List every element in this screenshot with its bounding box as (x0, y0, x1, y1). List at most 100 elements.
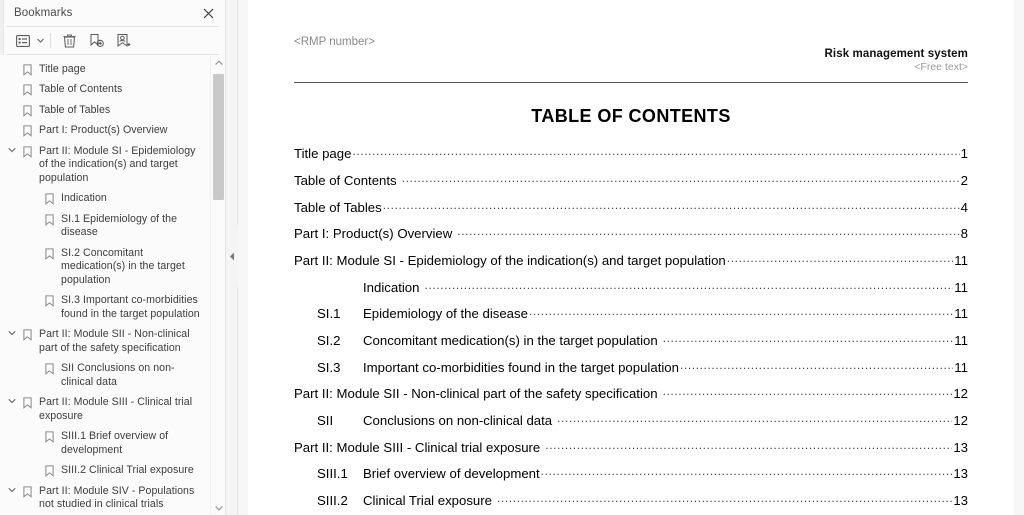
bookmark-icon (19, 104, 35, 117)
toc-page-number: 12 (953, 413, 968, 429)
toc-entry[interactable]: Table of Contents 2 (294, 172, 968, 188)
toc-leader-dots (557, 412, 952, 425)
bookmark-icon (41, 213, 57, 226)
toc-entry[interactable]: SIII.1 Brief overview of development 13 (294, 465, 968, 481)
list-view-icon[interactable] (11, 30, 35, 52)
toc-entry[interactable]: SI.1 Epidemiology of the disease 11 (294, 305, 968, 321)
bookmark-item-label: SII Conclusions on non-clinical data (61, 362, 175, 388)
edit-bookmark-icon[interactable] (111, 30, 135, 52)
bookmark-item[interactable]: Table of Tables (0, 100, 208, 121)
toc-entry[interactable]: SI.2 Concomitant medication(s) in the tar… (294, 332, 968, 348)
bookmark-item[interactable]: Part II: Module SI - Epidemiology of the… (0, 141, 208, 189)
bookmark-item[interactable]: Table of Contents (0, 80, 208, 101)
panel-splitter[interactable] (226, 0, 238, 515)
toc-page-number: 13 (953, 439, 968, 455)
document-view: <RMP number> Risk management system <Fre… (238, 0, 1024, 515)
bookmark-item[interactable]: Part II: Module SII - Non-clinical part … (0, 325, 208, 359)
free-text-placeholder: <Free text> (914, 61, 968, 73)
chevron-down-icon[interactable] (35, 30, 46, 52)
bookmark-icon (41, 362, 57, 375)
toc-entry[interactable]: SI.3 Important co-morbidities found in th… (294, 359, 968, 375)
pdf-viewer-window: Bookmarks Title page Table of Contents T… (0, 0, 1024, 515)
bookmark-icon (19, 485, 35, 498)
toc-entry[interactable]: Part II: Module SIII - Clinical trial ex… (294, 439, 968, 455)
new-bookmark-icon[interactable] (84, 30, 108, 52)
toc-page-number: 11 (954, 333, 968, 348)
toc-entry-text: Part I: Product(s) Overview (294, 226, 453, 242)
bookmarks-toolbar (0, 27, 225, 54)
toc-entry-text: Title page (294, 146, 352, 162)
bookmark-item-label: SIII.1 Brief overview of development (61, 430, 169, 456)
bookmark-item[interactable]: Title page (0, 59, 208, 80)
toc-entry[interactable]: Indication 11 (294, 278, 968, 294)
collapse-panel-icon[interactable] (226, 225, 238, 287)
toc-page-number: 4 (960, 199, 968, 215)
toc-entry[interactable]: Part II: Module SI - Epidemiology of the… (294, 252, 968, 268)
scroll-down-icon[interactable] (211, 500, 225, 515)
toc-entry-text: Table of Tables (294, 199, 382, 215)
toc-entry-text: Table of Contents (294, 172, 397, 188)
bookmark-item[interactable]: SI.1 Epidemiology of the disease (0, 209, 208, 243)
scroll-up-icon[interactable] (211, 55, 225, 70)
bookmark-item[interactable]: SIII.2 Clinical Trial exposure (0, 461, 208, 482)
chevron-down-icon[interactable] (4, 485, 19, 493)
table-of-contents: Title page 1 Table of Contents 2 Table of Ta… (294, 145, 968, 515)
toc-leader-dots (727, 252, 954, 265)
bookmark-item[interactable]: SI.2 Concomitant medication(s) in the ta… (0, 243, 208, 291)
sidebar-scrollbar[interactable] (210, 55, 225, 515)
toc-entry[interactable]: SII Conclusions on non-clinical data 12 (294, 412, 968, 428)
toc-entry-text: Important co-morbidities found in the ta… (363, 359, 679, 375)
toc-leader-dots (545, 439, 952, 452)
toc-entry-text: Epidemiology of the disease (363, 306, 528, 322)
pdf-page: <RMP number> Risk management system <Fre… (248, 0, 1014, 515)
toc-entry[interactable]: Part I: Product(s) Overview 8 (294, 225, 968, 241)
toc-entry-text: Part II: Module SI - Epidemiology of the… (294, 252, 726, 268)
toc-leader-dots (663, 332, 954, 345)
toc-entry-number: SII (317, 413, 334, 429)
toc-entry-text: Clinical Trial exposure (363, 493, 492, 509)
bookmark-item[interactable]: Indication (0, 189, 208, 210)
scrollbar-thumb[interactable] (213, 74, 224, 200)
close-icon[interactable] (199, 4, 217, 22)
chevron-down-icon[interactable] (4, 328, 19, 336)
chevron-down-icon[interactable] (4, 145, 19, 153)
bookmark-item[interactable]: Part II: Module SIII - Clinical trial ex… (0, 393, 208, 427)
toc-entry[interactable]: Part II: Module SII - Non-clinical part … (294, 385, 968, 401)
bookmark-item[interactable]: SII Conclusions on non-clinical data (0, 359, 208, 393)
bookmark-icon (19, 328, 35, 341)
toc-leader-dots (402, 172, 960, 185)
bookmarks-panel: Bookmarks Title page Table of Contents T… (0, 0, 226, 515)
bookmark-item[interactable]: SIII.1 Brief overview of development (0, 427, 208, 461)
trash-icon[interactable] (57, 30, 81, 52)
toc-page-number: 13 (953, 493, 968, 509)
page-title: TABLE OF CONTENTS (531, 106, 731, 126)
toc-page-number: 13 (953, 466, 968, 482)
bookmark-icon (19, 63, 35, 76)
toc-entry[interactable]: Title page 1 (294, 145, 968, 161)
bookmark-item[interactable]: SI.3 Important co-morbidities found in t… (0, 291, 208, 325)
bookmark-item-label: Table of Contents (39, 83, 123, 95)
bookmark-icon (19, 124, 35, 137)
scrollbar-track[interactable] (211, 70, 225, 500)
toc-entry-text: Brief overview of development (363, 466, 540, 482)
toc-entry[interactable]: Table of Tables 4 (294, 198, 968, 214)
bookmarks-tree-container: Title page Table of Contents Table of Tabl… (0, 55, 225, 515)
bookmark-item[interactable]: Part II: Module SIV - Populations not st… (0, 481, 208, 515)
bookmark-item[interactable]: Part I: Product(s) Overview (0, 121, 208, 142)
toc-leader-dots (383, 198, 960, 211)
toc-page-number: 11 (954, 252, 968, 268)
toc-leader-dots (680, 359, 953, 372)
toc-entry-number: SI.1 (317, 306, 341, 322)
toc-entry[interactable]: SIII.2 Clinical Trial exposure 13 (294, 492, 968, 508)
bookmark-icon (41, 464, 57, 477)
toc-page-number: 1 (960, 146, 968, 162)
risk-management-system-title: Risk management system (824, 48, 968, 60)
header-right-block: Risk management system <Free text> (825, 48, 968, 73)
bookmark-item-label: SI.2 Concomitant medication(s) in the ta… (61, 246, 185, 286)
bookmarks-tree: Title page Table of Contents Table of Tabl… (0, 55, 208, 515)
toc-entry-text: Indication (363, 279, 420, 295)
chevron-down-icon[interactable] (4, 396, 19, 404)
